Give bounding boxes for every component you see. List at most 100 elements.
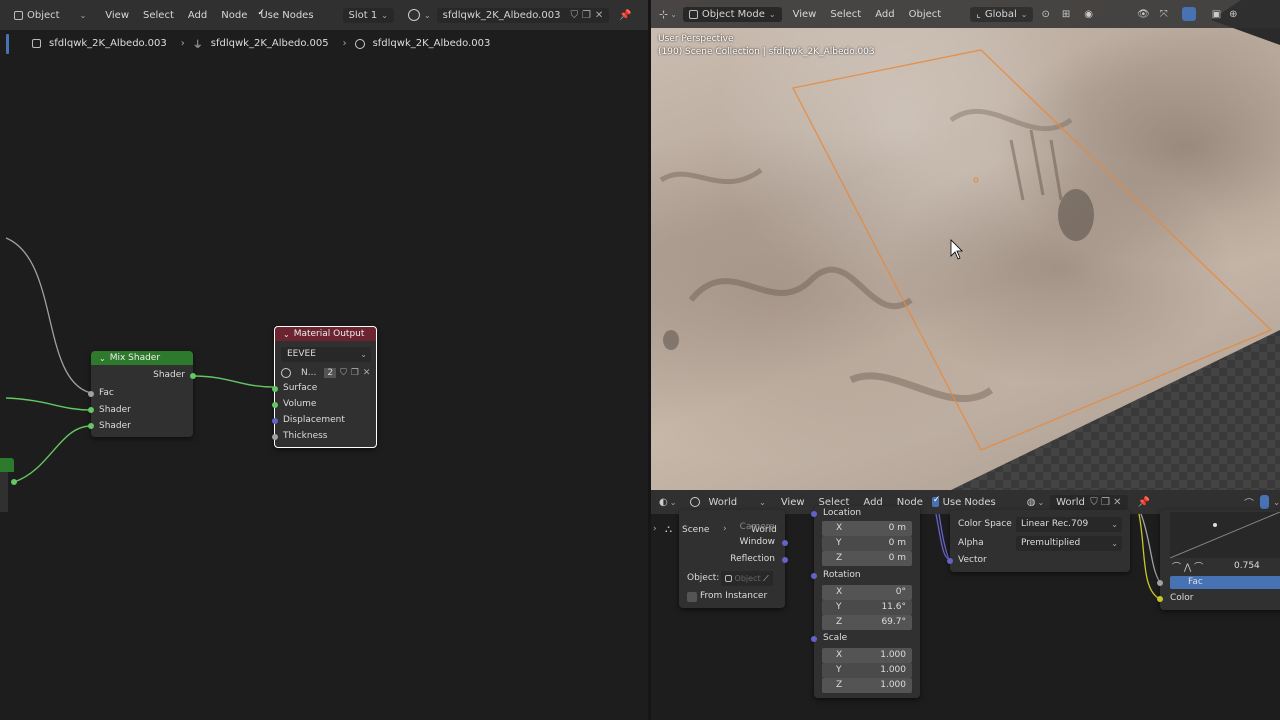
output-reflection-socket[interactable]	[782, 557, 788, 563]
overlay-icon[interactable]	[1181, 7, 1196, 21]
rotation-y-field[interactable]: Y 11.6°	[822, 600, 912, 615]
scale-x-field[interactable]: X 1.000	[822, 648, 912, 663]
from-instancer-checkbox[interactable]	[687, 592, 697, 602]
shading-solid-icon[interactable]: ⊕	[1229, 9, 1237, 20]
viewport-overlay-text: User Perspective (190) Scene Collection …	[658, 33, 875, 59]
rotation-z-field[interactable]: Z 69.7°	[822, 615, 912, 630]
input-fac-label: Fac	[99, 388, 114, 398]
fac-socket[interactable]	[1157, 580, 1163, 586]
world-node-editor[interactable]: ◐ ⌄ World ⌄ View Select Add Node Use Nod…	[651, 490, 1280, 720]
collapse-icon[interactable]: ⌄	[99, 354, 106, 363]
eyedropper-icon[interactable]: ⟋	[763, 574, 769, 583]
xray-icon[interactable]: ▣	[1212, 9, 1221, 20]
gizmo-icon[interactable]: ⤧	[1160, 9, 1168, 20]
chevron-down-icon: ⌄	[1111, 520, 1118, 529]
partial-node[interactable]	[0, 458, 14, 472]
alpha-label: Alpha	[958, 538, 984, 548]
mapping-node[interactable]: Location X0 m Y0 m Z0 m Rotation X 0° Y 11…	[811, 506, 920, 698]
rotation-socket[interactable]	[811, 573, 817, 579]
material-output-header[interactable]: ⌄ Material Output	[275, 327, 376, 341]
color-space-dropdown[interactable]: Linear Rec.709 ⌄	[1016, 517, 1122, 532]
output-camera-label: Camera	[739, 522, 775, 532]
checker-background	[659, 0, 1280, 490]
location-label: Location	[823, 508, 862, 518]
snap-icon[interactable]: ⊞	[1062, 9, 1070, 20]
input-thickness-label: Thickness	[283, 431, 328, 441]
curve-node[interactable]: ⌒ ⋀ ⌒ 0.754 Fac Color	[1157, 510, 1280, 610]
node-editor[interactable]: Object ⌄ View Select Add Node Use Nodes …	[0, 0, 676, 720]
scale-y-field[interactable]: Y 1.000	[822, 663, 912, 678]
orientation-dropdown[interactable]: ⌞ Global ⌄	[970, 6, 1034, 22]
pivot-icon[interactable]: ⊙	[1041, 9, 1049, 20]
input-volume-label: Volume	[283, 399, 317, 409]
mouse-cursor-icon	[950, 239, 963, 260]
alpha-dropdown[interactable]: Premultiplied ⌄	[1016, 536, 1122, 551]
input-fac-socket[interactable]	[88, 391, 94, 397]
fake-user-icon[interactable]: ⛉	[340, 368, 347, 378]
location-z-field[interactable]: Z0 m	[822, 551, 912, 566]
input-displacement-socket[interactable]	[272, 418, 278, 424]
datablock-field[interactable]: N... 2 ⛉ ❐ ✕	[281, 365, 371, 380]
view-name: User Perspective	[658, 34, 734, 44]
link-dot	[11, 479, 17, 485]
object-origin	[973, 177, 979, 183]
editor-type-icon[interactable]: ⊹	[659, 8, 668, 21]
chevron-right-icon: ›	[723, 524, 727, 534]
rotation-x-field[interactable]: X 0°	[822, 585, 912, 600]
input-surface-label: Surface	[283, 383, 318, 393]
output-shader-socket[interactable]	[190, 373, 196, 379]
mix-shader-header[interactable]: ⌄ Mix Shader	[91, 351, 193, 365]
color-socket[interactable]	[1157, 596, 1163, 602]
partial-node-body[interactable]	[0, 472, 8, 512]
menu-add[interactable]: Add	[868, 9, 901, 20]
input-surface-socket[interactable]	[272, 386, 278, 392]
menu-view[interactable]: View	[786, 9, 824, 20]
chevron-down-icon[interactable]: ⌄	[670, 10, 677, 19]
scene-label[interactable]: Scene	[682, 525, 709, 535]
location-x-field[interactable]: X0 m	[822, 521, 912, 536]
viewport-3d[interactable]: ⊹ ⌄ Object Mode ⌄ View Select Add Object…	[651, 0, 1280, 490]
curve-graph[interactable]	[1170, 512, 1280, 558]
vector-socket[interactable]	[947, 558, 953, 564]
material-output-node[interactable]: ⌄ Material Output EEVEE ⌄ N... 2 ⛉ ❐ ✕ S…	[272, 326, 377, 448]
input-shader-label: Shader	[99, 405, 131, 415]
object-field[interactable]: Object ⟋	[721, 571, 773, 586]
from-instancer-label: From Instancer	[700, 591, 768, 601]
chevron-down-icon: ⌄	[768, 9, 776, 19]
menu-object[interactable]: Object	[902, 9, 949, 20]
input-volume-socket[interactable]	[272, 402, 278, 408]
object-mode-icon	[688, 9, 698, 19]
output-window-socket[interactable]	[782, 540, 788, 546]
scale-label: Scale	[823, 633, 848, 643]
object-icon	[725, 575, 732, 582]
object-field-label: Object:	[687, 573, 720, 583]
input-shader-label: Shader	[99, 421, 131, 431]
curve-tool-icons[interactable]: ⌒ ⋀ ⌒	[1172, 560, 1203, 573]
input-displacement-label: Displacement	[283, 415, 345, 425]
chevron-down-icon: ⌄	[1111, 539, 1118, 548]
collapse-arrow-icon[interactable]: ›	[653, 524, 657, 534]
scale-z-field[interactable]: Z 1.000	[822, 678, 912, 693]
curve-value[interactable]: 0.754	[1234, 561, 1260, 571]
texture-coordinate-node[interactable]: ⛬ Scene › World Camera Window Reflection…	[665, 510, 788, 608]
input-shader-socket[interactable]	[88, 407, 94, 413]
visibility-icon[interactable]: 👁	[1137, 9, 1150, 20]
input-shader-socket[interactable]	[88, 423, 94, 429]
scale-socket[interactable]	[811, 636, 817, 642]
duplicate-icon[interactable]: ❐	[351, 368, 359, 378]
close-icon[interactable]: ✕	[363, 368, 371, 378]
scene-icon: ⛬	[665, 524, 672, 535]
fac-field[interactable]: Fac	[1170, 576, 1280, 589]
target-dropdown[interactable]: EEVEE ⌄	[281, 347, 371, 362]
color-space-label: Color Space	[958, 519, 1012, 529]
object-mode-dropdown[interactable]: Object Mode ⌄	[682, 6, 782, 22]
location-socket[interactable]	[811, 511, 817, 517]
input-thickness-socket[interactable]	[272, 434, 278, 440]
mix-shader-node[interactable]: ⌄ Mix Shader Shader Fac Shader Shader	[88, 351, 196, 437]
proportional-icon[interactable]: ◉	[1084, 9, 1093, 20]
menu-select[interactable]: Select	[823, 9, 868, 20]
location-y-field[interactable]: Y0 m	[822, 536, 912, 551]
image-texture-node[interactable]: Color Space Linear Rec.709 ⌄ Alpha Premu…	[947, 510, 1130, 572]
collapse-icon[interactable]: ⌄	[283, 330, 290, 339]
chevron-down-icon: ⌄	[1020, 9, 1028, 19]
